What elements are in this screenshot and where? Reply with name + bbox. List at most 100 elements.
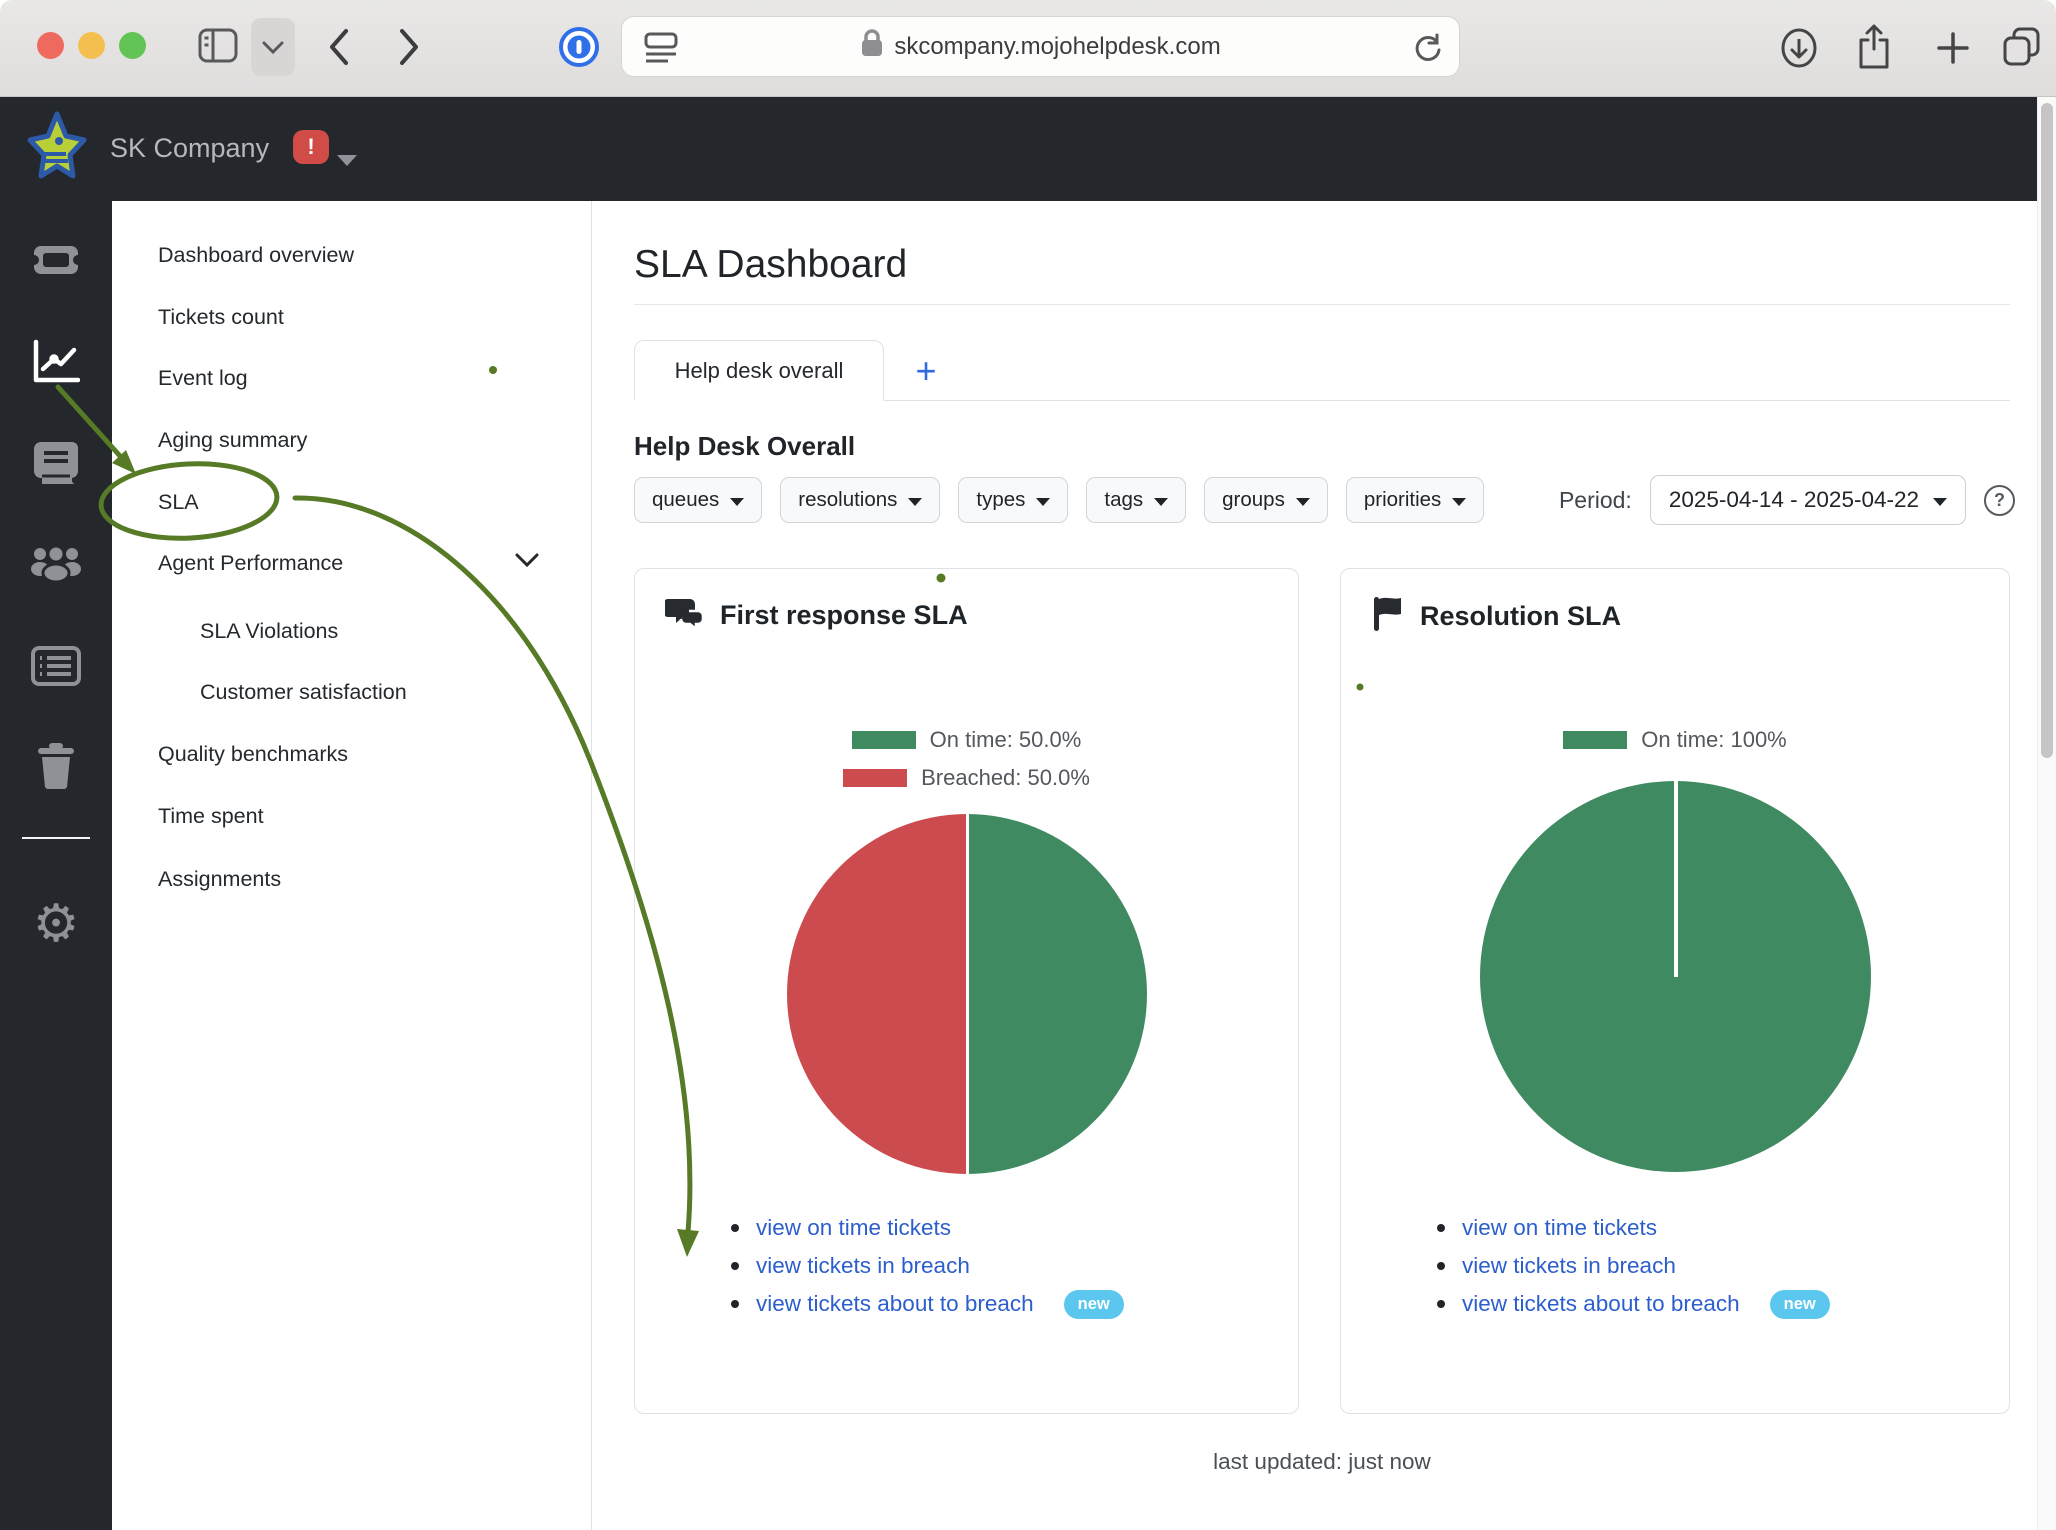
bullet [731, 1262, 739, 1270]
legend-swatch-on-time [1563, 731, 1627, 749]
url-text[interactable]: skcompany.mojohelpdesk.com [894, 33, 1220, 61]
sidebar-item-agent-performance[interactable]: Agent Performance [158, 548, 343, 578]
reports-chart-icon[interactable] [0, 338, 112, 384]
resolution-pie-chart [1480, 781, 1871, 1172]
forward-button[interactable] [398, 28, 420, 71]
bullet [1437, 1300, 1445, 1308]
title-divider [634, 304, 2010, 305]
dropdown-caret-icon [1036, 498, 1050, 506]
first-response-pie-chart [787, 814, 1147, 1174]
window-minimize-button[interactable] [78, 32, 105, 59]
new-badge: new [1064, 1290, 1124, 1319]
company-name[interactable]: SK Company [110, 133, 269, 164]
last-updated-text: last updated: just now [634, 1449, 2010, 1475]
reload-icon[interactable] [1413, 32, 1443, 69]
sidebar-item-customer-satisfaction[interactable]: Customer satisfaction [200, 677, 407, 707]
legend-label-on-time: On time: 100% [1641, 727, 1787, 753]
pie-slice-divider [966, 814, 969, 1174]
period-control: Period: 2025-04-14 - 2025-04-22 ? [1559, 475, 2015, 525]
ticket-links: view on time tickets view tickets in bre… [731, 1215, 1124, 1317]
sidebar-item-sla-violations[interactable]: SLA Violations [200, 616, 338, 646]
window-zoom-button[interactable] [119, 32, 146, 59]
company-menu-caret-icon[interactable] [337, 155, 357, 166]
flag-icon [1371, 595, 1405, 638]
new-tab-icon[interactable] [1936, 31, 1970, 70]
alert-badge[interactable]: ! [293, 130, 329, 164]
view-on-time-tickets-link[interactable]: view on time tickets [756, 1215, 951, 1241]
bullet [731, 1300, 739, 1308]
resolution-sla-card: Resolution SLA On time: 100% view on tim… [1340, 568, 2010, 1414]
rail-divider [22, 837, 90, 839]
sidebar-item-aging-summary[interactable]: Aging summary [158, 425, 307, 455]
users-icon[interactable] [0, 540, 112, 586]
downloads-icon[interactable] [1780, 27, 1818, 74]
period-help-icon[interactable]: ? [1984, 485, 2015, 516]
dropdown-caret-icon [1296, 498, 1310, 506]
view-tickets-about-to-breach-link[interactable]: view tickets about to breach [1462, 1291, 1740, 1317]
pie-legend: On time: 50.0% Breached: 50.0% [635, 727, 1298, 791]
tickets-icon[interactable] [0, 237, 112, 283]
page-title: SLA Dashboard [634, 243, 907, 287]
chevron-down-icon[interactable] [515, 553, 539, 572]
sidebar-item-quality-benchmarks[interactable]: Quality benchmarks [158, 739, 348, 769]
new-badge: new [1770, 1290, 1830, 1319]
section-title: Help Desk Overall [634, 431, 855, 462]
app-header: SK Company ! ? [0, 97, 2037, 201]
share-icon[interactable] [1855, 24, 1893, 75]
filter-groups[interactable]: groups [1204, 477, 1328, 523]
view-tickets-about-to-breach-link[interactable]: view tickets about to breach [756, 1291, 1034, 1317]
sidebar-menu-chevron-button[interactable] [251, 18, 295, 76]
sidebar-item-event-log[interactable]: Event log [158, 363, 248, 393]
reports-sidebar: Dashboard overview Tickets count Event l… [112, 201, 592, 1530]
add-tab-button[interactable]: + [904, 349, 948, 393]
chat-bubbles-icon [665, 595, 705, 636]
legend-label-breached: Breached: 50.0% [921, 765, 1090, 791]
view-tickets-in-breach-link[interactable]: view tickets in breach [756, 1253, 970, 1279]
filter-resolutions[interactable]: resolutions [780, 477, 940, 523]
sidebar-toggle-icon[interactable] [198, 28, 238, 69]
knowledge-base-icon[interactable] [0, 439, 112, 485]
bullet [1437, 1262, 1445, 1270]
view-on-time-tickets-link[interactable]: view on time tickets [1462, 1215, 1657, 1241]
icon-rail: ⚙ [0, 201, 112, 1530]
settings-gear-icon[interactable]: ⚙ [0, 901, 112, 947]
sidebar-item-assignments[interactable]: Assignments [158, 864, 281, 894]
sidebar-item-sla[interactable]: SLA [158, 487, 199, 517]
sidebar-item-tickets-count[interactable]: Tickets count [158, 302, 284, 332]
legend-label-on-time: On time: 50.0% [930, 727, 1082, 753]
dropdown-caret-icon [730, 498, 744, 506]
legend-swatch-breached [843, 769, 907, 787]
dropdown-caret-icon [1452, 498, 1466, 506]
mojo-helpdesk-logo[interactable] [26, 110, 88, 193]
filter-priorities[interactable]: priorities [1346, 477, 1484, 523]
period-dropdown[interactable]: 2025-04-14 - 2025-04-22 [1650, 475, 1966, 525]
sidebar-item-time-spent[interactable]: Time spent [158, 801, 264, 831]
forms-list-icon[interactable] [0, 643, 112, 689]
main-content: SLA Dashboard Help desk overall + Help D… [592, 201, 2037, 1530]
ticket-links: view on time tickets view tickets in bre… [1437, 1215, 1830, 1317]
scrollbar-track[interactable] [2037, 97, 2056, 1530]
filter-tags[interactable]: tags [1086, 477, 1186, 523]
bullet [731, 1224, 739, 1232]
tls-lock-icon [860, 28, 884, 65]
bullet [1437, 1224, 1445, 1232]
filter-types[interactable]: types [958, 477, 1068, 523]
dropdown-caret-icon [1933, 498, 1947, 506]
card-title: First response SLA [720, 600, 968, 631]
sidebar-item-dashboard-overview[interactable]: Dashboard overview [158, 240, 354, 270]
trash-icon[interactable] [0, 743, 112, 789]
browser-toolbar: skcompany.mojohelpdesk.com [0, 0, 2056, 97]
card-title: Resolution SLA [1420, 601, 1621, 632]
filter-queues[interactable]: queues [634, 477, 762, 523]
pie-slice-divider [1674, 781, 1678, 977]
tab-overview-icon[interactable] [2000, 25, 2044, 74]
scrollbar-thumb[interactable] [2041, 103, 2053, 758]
tab-help-desk-overall[interactable]: Help desk overall [634, 340, 884, 401]
back-button[interactable] [328, 28, 350, 71]
view-tickets-in-breach-link[interactable]: view tickets in breach [1462, 1253, 1676, 1279]
password-extension-icon[interactable] [558, 26, 600, 73]
pie-legend: On time: 100% [1341, 727, 2009, 753]
address-bar[interactable]: skcompany.mojohelpdesk.com [621, 16, 1460, 77]
sla-cards: First response SLA On time: 50.0% Breach… [634, 568, 2010, 1414]
window-close-button[interactable] [37, 32, 64, 59]
